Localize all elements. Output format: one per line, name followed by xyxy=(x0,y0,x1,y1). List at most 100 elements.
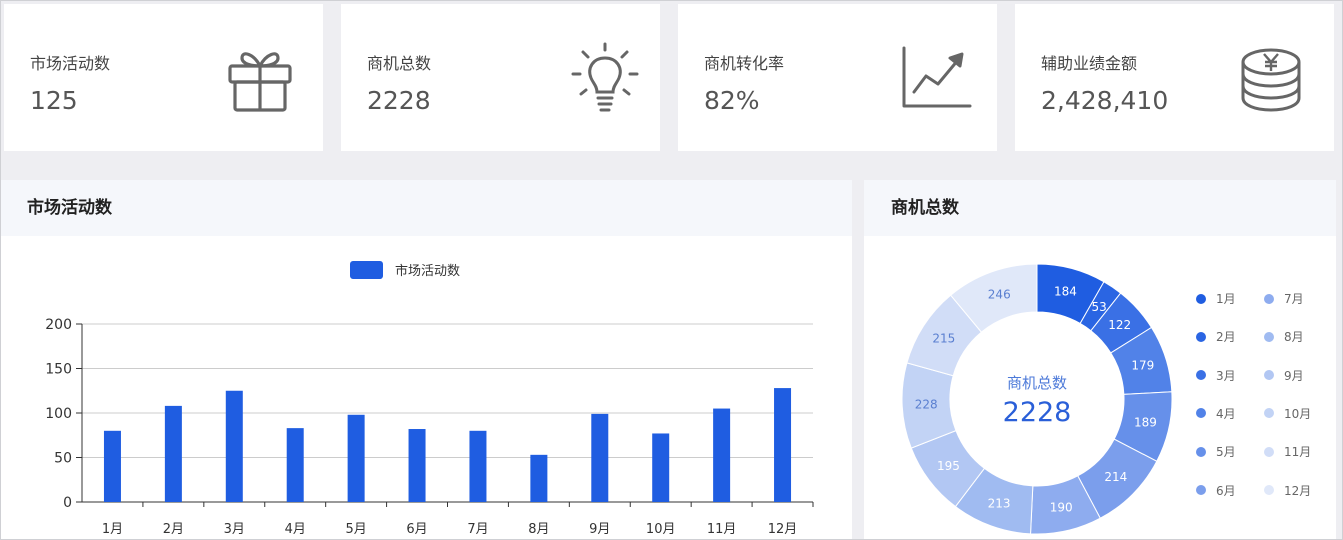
bar[interactable] xyxy=(103,430,121,502)
legend-label: 10月 xyxy=(1284,406,1312,421)
bar[interactable] xyxy=(774,388,792,502)
legend-item[interactable]: 6月 xyxy=(1196,482,1236,499)
legend-label: 12月 xyxy=(1284,483,1312,498)
legend-label: 7月 xyxy=(1284,292,1304,306)
bar[interactable] xyxy=(408,429,426,502)
donut-center-value: 2228 xyxy=(1003,397,1072,428)
kpi-value: 2228 xyxy=(367,86,431,115)
kpi-card-opportunities: 商机总数 2228 xyxy=(341,4,660,151)
kpi-card-conversion: 商机转化率 82% xyxy=(678,4,997,151)
legend-item[interactable]: 2月 xyxy=(1196,328,1236,345)
bar[interactable] xyxy=(591,413,609,502)
kpi-value: 82% xyxy=(704,86,760,115)
y-tick-label: 150 xyxy=(45,362,72,378)
legend-dot xyxy=(1196,446,1206,457)
trend-chart-icon xyxy=(900,40,972,116)
legend-dot xyxy=(1264,485,1274,495)
legend-label: 4月 xyxy=(1216,406,1236,421)
bar[interactable] xyxy=(164,405,182,502)
legend-dot xyxy=(1196,370,1206,381)
bar[interactable] xyxy=(347,414,365,502)
legend-item[interactable]: 1月 xyxy=(1196,290,1236,307)
slice-label: 215 xyxy=(932,332,955,346)
legend-dot xyxy=(1196,408,1206,419)
legend-item[interactable]: 5月 xyxy=(1196,443,1236,460)
bar[interactable] xyxy=(652,433,670,502)
legend-dot xyxy=(1264,446,1274,457)
y-tick-label: 0 xyxy=(63,495,72,511)
bar[interactable] xyxy=(469,430,487,502)
legend-item[interactable]: 11月 xyxy=(1264,443,1311,460)
bar[interactable] xyxy=(713,408,731,502)
x-tick-label: 5月 xyxy=(345,522,366,537)
legend-item[interactable]: 8月 xyxy=(1264,328,1304,345)
slice-label: 246 xyxy=(988,288,1011,302)
legend-label: 5月 xyxy=(1216,445,1236,460)
bar-chart: 0 50 100 150 200 1月 2月 3月 4月 5月 6月 7月 8月 9月 10月 11月 12月 xyxy=(45,317,814,537)
legend-dot xyxy=(1264,370,1274,381)
kpi-card-revenue: 辅助业绩金额 2,428,410 xyxy=(1015,4,1334,151)
legend-dot xyxy=(1196,331,1206,342)
coin-stack-icon xyxy=(1235,40,1307,116)
x-tick-label: 7月 xyxy=(467,522,488,537)
legend-dot xyxy=(1264,408,1274,419)
panel-title: 市场活动数 xyxy=(0,180,852,236)
x-tick-label: 9月 xyxy=(589,522,610,537)
slice-label: 179 xyxy=(1131,359,1154,373)
legend-item[interactable]: 12月 xyxy=(1264,482,1311,499)
slice-label: 214 xyxy=(1104,470,1127,484)
slice-label: 195 xyxy=(937,459,960,473)
legend-item[interactable]: 10月 xyxy=(1264,405,1311,422)
legend-dot xyxy=(1196,485,1206,495)
lightbulb-icon xyxy=(569,40,641,116)
bar[interactable] xyxy=(530,454,548,502)
y-tick-label: 100 xyxy=(45,406,72,422)
x-tick-label: 6月 xyxy=(406,522,427,537)
x-tick-label: 8月 xyxy=(528,522,549,537)
bar[interactable] xyxy=(286,428,304,502)
legend-dot xyxy=(1264,331,1274,342)
x-tick-label: 10月 xyxy=(646,522,676,537)
x-tick-label: 12月 xyxy=(768,522,798,537)
panel-title: 商机总数 xyxy=(864,180,1336,236)
legend-label: 2月 xyxy=(1216,330,1236,345)
bar-chart-panel: 市场活动数 市场活动数 0 50 100 150 200 1月 2月 3月 4月 5月 6月 7月 8月… xyxy=(0,180,852,540)
x-tick-label: 11月 xyxy=(707,522,737,537)
kpi-label: 市场活动数 xyxy=(30,54,111,73)
legend-label: 3月 xyxy=(1216,368,1236,383)
bar[interactable] xyxy=(225,390,243,502)
legend-label: 1月 xyxy=(1216,292,1236,306)
kpi-label: 商机总数 xyxy=(367,54,432,73)
legend-item[interactable]: 9月 xyxy=(1264,367,1304,384)
gift-icon xyxy=(224,40,296,116)
legend-label: 8月 xyxy=(1284,330,1304,345)
legend-label: 9月 xyxy=(1284,368,1304,383)
kpi-label: 辅助业绩金额 xyxy=(1041,54,1138,73)
slice-label: 213 xyxy=(988,496,1011,510)
donut-center-label: 商机总数 xyxy=(1007,374,1067,392)
legend-label: 6月 xyxy=(1216,483,1236,498)
x-tick-label: 1月 xyxy=(102,522,123,537)
legend-item[interactable]: 7月 xyxy=(1264,290,1304,307)
slice-label: 53 xyxy=(1091,300,1106,314)
donut-chart-panel: 商机总数 184 53 122 179 189 214 190 213 195 228 215 246… xyxy=(864,180,1336,540)
slice-label: 184 xyxy=(1054,285,1077,299)
y-tick-label: 200 xyxy=(45,317,72,333)
slice-label: 190 xyxy=(1050,500,1073,514)
kpi-card-activities: 市场活动数 125 xyxy=(4,4,323,151)
legend-item[interactable]: 3月 xyxy=(1196,367,1236,384)
x-tick-label: 2月 xyxy=(163,522,184,537)
x-tick-label: 4月 xyxy=(285,522,306,537)
x-tick-label: 3月 xyxy=(224,522,245,537)
kpi-value: 2,428,410 xyxy=(1041,86,1169,115)
legend-dot xyxy=(1196,293,1206,304)
slice-label: 189 xyxy=(1134,415,1157,429)
legend-dot xyxy=(1264,293,1274,304)
legend-item[interactable]: 4月 xyxy=(1196,405,1236,422)
y-tick-label: 50 xyxy=(54,451,72,467)
legend-label: 11月 xyxy=(1284,445,1312,460)
kpi-label: 商机转化率 xyxy=(704,54,785,73)
slice-label: 122 xyxy=(1108,318,1131,332)
kpi-value: 125 xyxy=(30,86,78,115)
slice-label: 228 xyxy=(915,398,938,412)
